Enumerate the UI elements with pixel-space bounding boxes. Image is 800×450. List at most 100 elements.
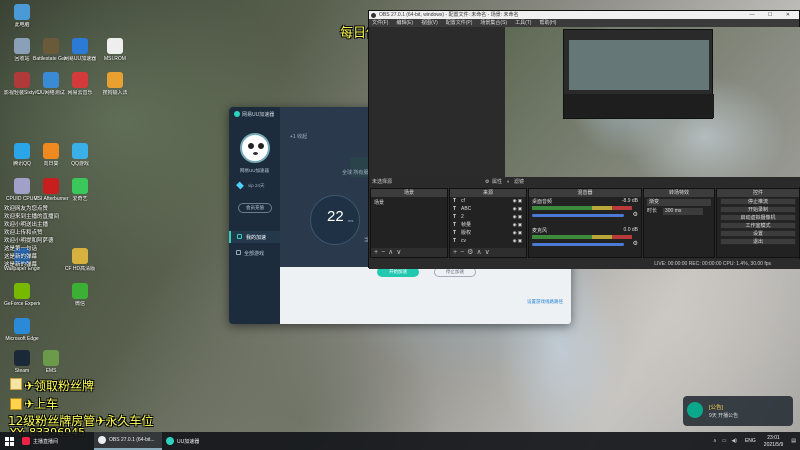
desktop-icon[interactable]: 微信 [62,283,98,307]
volume-slider[interactable] [532,214,624,217]
eye-icon[interactable]: ◉ ▣ [513,213,522,221]
taskbar-task-0[interactable]: 主播直播间 [18,432,94,450]
bottom-line-2: ✈上车 [24,397,59,411]
avatar[interactable] [240,133,270,163]
language-indicator[interactable]: ENG [741,432,760,450]
obs-statusbar: LIVE: 00:00:00 REC: 00:00:00 CPU: 1.4%, … [369,259,800,269]
vip-days: vip 24天 [248,183,265,188]
duration-input[interactable]: 300 ms [663,208,703,215]
source-item[interactable]: T 2 ◉ ▣ [450,213,526,221]
app-icon [72,72,88,88]
obs-preview[interactable] [505,27,800,177]
transition-select[interactable]: 渐变 [647,199,711,206]
network-icon[interactable]: ▭ [722,438,727,444]
obs-menu-item[interactable]: 视图(V) [421,19,438,27]
desktop-icon[interactable]: EMS [33,350,69,374]
source-label: 2 [461,214,464,220]
desktop-icon-label: Microsoft Edge [5,336,39,342]
member-button[interactable]: 会员充值 [238,203,272,213]
gear-icon[interactable]: ⚙ [633,211,638,218]
app-icon [72,143,88,159]
obs-menu-item[interactable]: 工具(T) [515,19,531,27]
clock[interactable]: 23:01 2021/5/9 [760,432,787,450]
nav-label: 我的加速 [246,235,267,241]
route-link[interactable]: 设置游戏线路路径 [527,299,563,305]
app-icon [22,437,30,445]
desktop-icon[interactable]: GeForce Experience [4,283,40,307]
scene-item[interactable]: 场景 [371,197,447,208]
desktop-icon[interactable]: 搜狗输入法 [97,72,133,96]
eye-icon[interactable]: ◉ ▣ [513,221,522,229]
track-name: 麦克风 [532,228,548,234]
taskbar-task-2[interactable]: UU加速器 [162,432,222,450]
gear-icon[interactable]: ⚙ [485,177,489,187]
obs-menu-item[interactable]: 场景集合(S) [480,19,507,27]
eye-icon[interactable]: ◉ ▣ [513,205,522,213]
control-button[interactable]: 退出 [720,238,796,245]
control-button[interactable]: 停止推流 [720,198,796,205]
desktop-icon[interactable]: 网易云音乐 [62,72,98,96]
source-label: ABC [461,206,472,212]
control-button[interactable]: 设置 [720,230,796,237]
desktop-icon-label: 网易UU加速器 [63,56,97,62]
booster-crumb[interactable]: +1 收起 [290,133,307,140]
app-icon [107,38,123,54]
track-name: 桌面音频 [532,199,553,205]
mixer-dock: 混音器 桌面音频 -8.9 dB ⚙ 麦克风 0.0 dB ⚙ [528,188,642,258]
server-label: 全球 所有服 [342,170,369,176]
source-item[interactable]: Tcf ◉ ▣ [450,197,526,205]
filters-button[interactable]: 滤镜 [514,177,524,187]
clock-time: 23:01 [767,434,780,441]
control-button[interactable]: 开始录制 [720,206,796,213]
desktop-icon[interactable]: MSI.ROM [97,38,133,62]
sources-toolbar[interactable]: +−⚙∧∨ [450,248,526,257]
obs-menu-item[interactable]: 文件(F) [372,19,388,27]
tray-icons[interactable]: ∧ ▭ ◀) [709,432,741,450]
gear-icon[interactable]: ⚙ [633,240,638,247]
nav-my-boost[interactable]: 我的加速 [229,231,280,243]
volume-icon[interactable]: ◀) [731,438,737,444]
desktop-icon[interactable]: 此电脑 [4,4,40,28]
obs-menu-item[interactable]: 帮助(H) [539,19,556,27]
control-button[interactable]: 工作室模式 [720,222,796,229]
mixer-tracks: 桌面音频 -8.9 dB ⚙ 麦克风 0.0 dB ⚙ [529,198,641,255]
source-toolbar: 未选择源 ⚙ 属性 ◐ 滤镜 [369,177,800,187]
chat-line: 欢迎小明送出主播 [4,222,49,228]
scenes-toolbar[interactable]: +−∧∨ [371,248,447,257]
start-button[interactable] [0,432,18,450]
bottom-line-1: ✈领取粉丝牌 [24,379,95,393]
source-item[interactable]: T 版权 ◉ ▣ [450,229,526,237]
obs-titlebar: OBS 27.0.1 (64-bit, windows) - 配置文件: 未命名… [369,11,799,19]
text-source-icon: T [453,214,457,220]
taskbar-task-1[interactable]: OBS 27.0.1 (64-bit... [94,432,162,450]
properties-button[interactable]: 属性 [492,177,502,187]
obs-menu-item[interactable]: 编辑(E) [396,19,413,27]
desktop-icon[interactable]: Microsoft Edge [4,318,40,342]
notification-toast[interactable]: [公告] 9天 开播公告 [683,396,793,426]
chat-line: 这是新的弹幕 [4,254,38,260]
desktop-icon[interactable]: 爱奇艺 [62,178,98,202]
source-label: 帧量 [461,222,472,228]
nav-all-games[interactable]: 全部游戏 [229,247,280,259]
desktop-icon[interactable]: 网易UU加速器 [62,38,98,62]
source-item[interactable]: T ABC ◉ ▣ [450,205,526,213]
eye-icon[interactable]: ◉ ▣ [513,197,522,205]
duration-label: 时长 [647,208,658,214]
source-item[interactable]: Tcv ◉ ▣ [450,237,526,245]
source-item[interactable]: T 帧量 ◉ ▣ [450,221,526,229]
volume-slider[interactable] [532,243,624,246]
obs-menu-item[interactable]: 配置文件(P) [446,19,473,27]
chevron-up-icon[interactable]: ∧ [713,438,717,444]
app-icon [14,38,30,54]
control-button[interactable]: 启动虚拟摄像机 [720,214,796,221]
mixer-track: 麦克风 0.0 dB ⚙ [532,227,638,255]
left-chat-overlay: 欢迎网友为您点赞 欢迎来到主播的直播间 欢迎小明送出主播 欢迎上传和点赞 欢迎小明提和阿… [4,205,134,269]
filter-icon[interactable]: ◐ [507,177,510,187]
desktop-icon[interactable]: QQ游戏 [62,143,98,167]
eye-icon[interactable]: ◉ ▣ [513,229,522,237]
notifications-icon[interactable]: ▤ [787,432,800,450]
desktop-icon-label: GeForce Experience [4,301,40,307]
eye-icon[interactable]: ◉ ▣ [513,237,522,245]
window-controls[interactable]: — ☐ ✕ [750,11,796,19]
user-name: 网易UU加速器 [240,168,269,173]
